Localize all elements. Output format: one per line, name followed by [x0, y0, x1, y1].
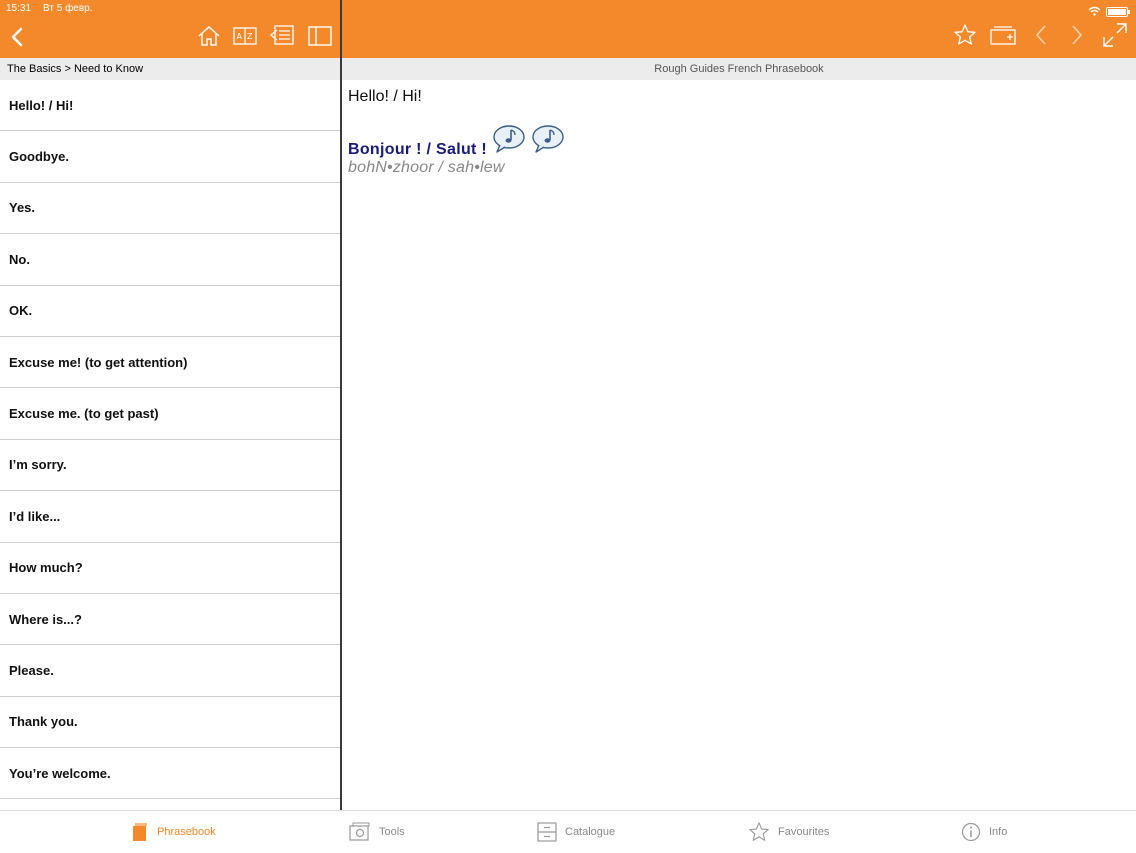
phrasebook-icon	[133, 823, 147, 841]
status-bar-left: 15:31 Вт 5 февр.	[6, 3, 93, 14]
svg-text:A: A	[237, 32, 243, 41]
list-item[interactable]: OK.	[0, 286, 340, 337]
tab-label: Catalogue	[565, 826, 616, 838]
list-item[interactable]: I’d like...	[0, 491, 340, 543]
speech-audio-icon	[493, 125, 525, 153]
status-time: 15:31	[6, 3, 32, 14]
phrasebook-title: Rough Guides French Phrasebook	[342, 58, 1136, 80]
dictionary-button[interactable]: AZ	[232, 24, 258, 48]
battery-icon	[1106, 7, 1130, 17]
list-item-label: How much?	[9, 560, 83, 576]
previous-button[interactable]	[1030, 22, 1052, 48]
list-item-label: I’m sorry.	[9, 457, 67, 473]
star-outline-icon	[749, 822, 769, 841]
tab-info[interactable]: Info	[961, 811, 1007, 853]
next-button[interactable]	[1066, 22, 1088, 48]
list-item-label: Excuse me! (to get attention)	[9, 354, 188, 370]
list-item[interactable]: You’re welcome.	[0, 748, 340, 800]
phrase-list-icon	[269, 25, 294, 45]
list-item[interactable]: Goodbye.	[0, 131, 340, 183]
status-bar-right	[1088, 3, 1130, 21]
info-icon	[961, 822, 981, 842]
list-item-label: Thank you.	[9, 714, 78, 730]
back-button[interactable]	[6, 24, 28, 50]
phrase-list: Hello! / Hi! Goodbye. Yes. No. OK. Excus…	[0, 80, 340, 810]
tab-favourites[interactable]: Favourites	[748, 811, 829, 853]
favourite-button[interactable]	[952, 22, 978, 48]
list-item[interactable]: Where is...?	[0, 594, 340, 646]
list-item-label: Excuse me. (to get past)	[9, 406, 159, 422]
star-icon	[954, 24, 976, 45]
phrase-pronunciation: bohN•zhoor / sah•lew	[348, 159, 505, 176]
list-item-label: Hello! / Hi!	[9, 97, 74, 113]
play-audio-button-2[interactable]	[531, 124, 565, 159]
list-item[interactable]: Yes.	[0, 183, 340, 235]
list-item[interactable]: Excuse me. (to get past)	[0, 388, 340, 440]
expand-button[interactable]	[1100, 21, 1130, 49]
list-item-label: Goodbye.	[9, 149, 69, 165]
list-item-label: No.	[9, 251, 30, 267]
tab-label: Phrasebook	[157, 826, 216, 838]
breadcrumb: The Basics > Need to Know	[0, 58, 340, 80]
list-item-label: Yes.	[9, 200, 36, 216]
tab-phrasebook[interactable]: Phrasebook	[131, 811, 216, 853]
tab-label: Favourites	[778, 826, 830, 838]
catalogue-icon	[537, 822, 557, 842]
svg-text:Z: Z	[247, 32, 253, 41]
next-icon	[1072, 25, 1083, 45]
play-audio-button-1[interactable]	[492, 124, 526, 159]
list-item-label: Please.	[9, 662, 54, 678]
list-item-label: OK.	[9, 303, 33, 319]
top-toolbar: 15:31 Вт 5 февр. AZ	[0, 0, 1136, 58]
tools-icon	[349, 822, 370, 841]
list-item-label: Where is...?	[9, 611, 82, 627]
speech-audio-icon	[532, 125, 564, 153]
phrase-list-button[interactable]	[268, 23, 296, 49]
translation-row: Bonjour ! / Salut !	[348, 124, 1128, 159]
previous-icon	[1035, 25, 1046, 45]
tab-label: Info	[989, 826, 1008, 838]
list-item[interactable]: I’m sorry.	[0, 440, 340, 492]
tab-label: Tools	[379, 826, 405, 838]
list-item-label: I’d like...	[9, 508, 61, 524]
tab-catalogue[interactable]: Catalogue	[537, 811, 615, 853]
list-item[interactable]: Hello! / Hi!	[0, 80, 340, 132]
dictionary-icon: AZ	[233, 27, 257, 45]
chevron-left-icon	[11, 27, 23, 47]
home-icon	[198, 26, 220, 46]
add-card-button[interactable]	[988, 23, 1018, 47]
list-item[interactable]: Thank you.	[0, 697, 340, 749]
book-icon	[308, 26, 332, 46]
list-item-label: You’re welcome.	[9, 765, 111, 781]
status-date: Вт 5 февр.	[43, 3, 93, 14]
panel-divider	[340, 0, 342, 810]
list-item[interactable]: Excuse me! (to get attention)	[0, 337, 340, 389]
phrase-translation: Bonjour ! / Salut !	[348, 141, 488, 158]
list-item[interactable]: Please.	[0, 645, 340, 697]
bottom-tab-bar: Phrasebook Tools Catalogue Favourites In…	[0, 810, 1136, 852]
phrase-english: Hello! / Hi!	[348, 88, 422, 105]
phrase-detail: Hello! / Hi! Bonjour ! / Salut ! bohN•zh…	[348, 86, 1128, 177]
tab-tools[interactable]: Tools	[349, 811, 405, 853]
wifi-icon	[1088, 3, 1101, 21]
home-button[interactable]	[196, 24, 222, 48]
list-item[interactable]: How much?	[0, 543, 340, 594]
book-button[interactable]	[306, 24, 334, 48]
expand-icon	[1103, 23, 1127, 47]
add-card-icon	[990, 26, 1016, 45]
list-item[interactable]: No.	[0, 234, 340, 286]
